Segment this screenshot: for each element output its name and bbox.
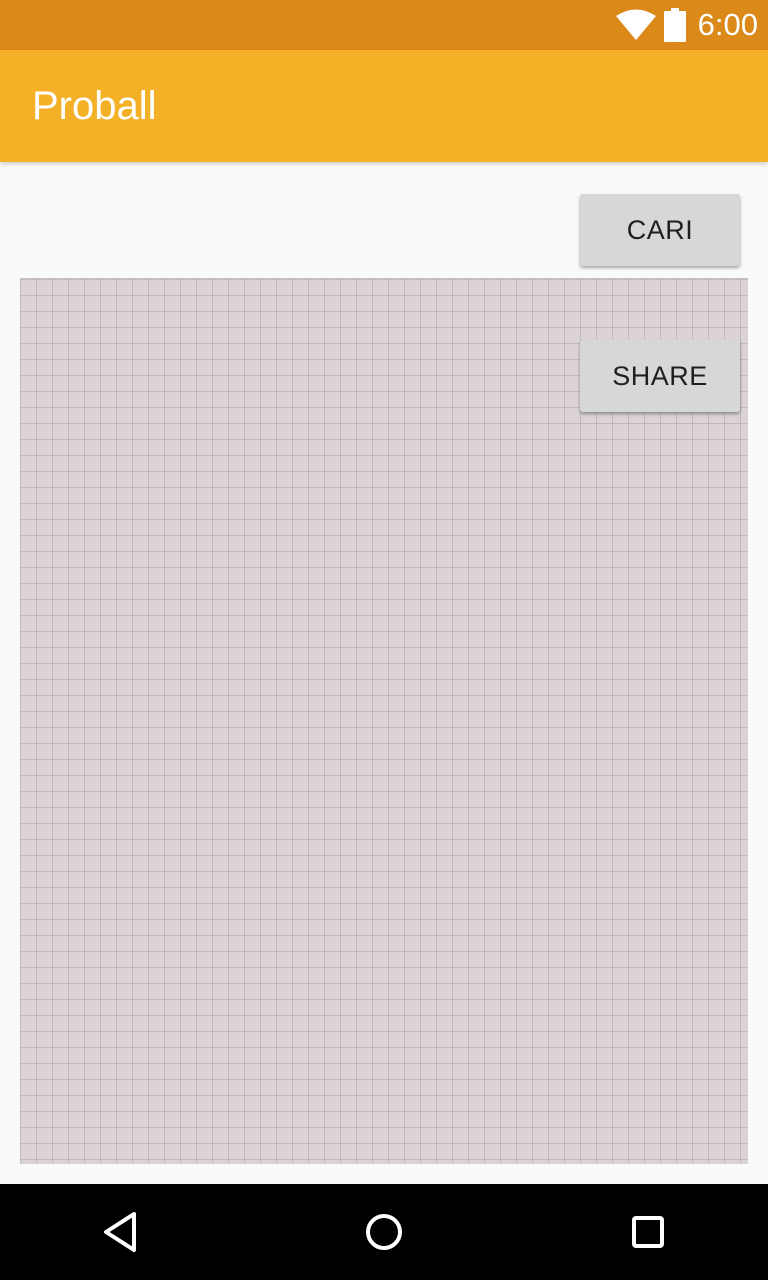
back-icon[interactable] <box>96 1208 144 1256</box>
home-icon[interactable] <box>360 1208 408 1256</box>
navigation-bar <box>0 1184 768 1280</box>
wifi-icon <box>615 9 656 40</box>
app-title: Proball <box>32 84 157 128</box>
recents-icon[interactable] <box>624 1208 672 1256</box>
battery-icon <box>663 8 686 42</box>
status-bar: 6:00 <box>0 0 768 50</box>
status-time: 6:00 <box>697 7 758 42</box>
status-icons: 6:00 <box>615 0 758 50</box>
share-button[interactable]: SHARE <box>580 340 740 412</box>
cari-button[interactable]: CARI <box>580 194 740 266</box>
app-bar: Proball <box>0 50 768 162</box>
